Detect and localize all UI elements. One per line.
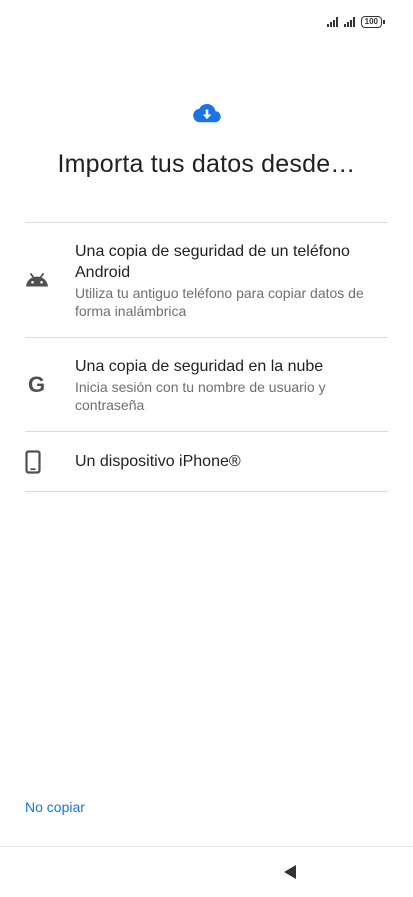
phone-icon (25, 449, 75, 474)
option-subtitle: Utiliza tu antiguo teléfono para copiar … (75, 284, 364, 319)
cloud-download-icon (192, 104, 221, 123)
option-cloud-backup[interactable]: G Una copia de seguridad en la nube Inic… (25, 338, 388, 432)
page-title: Importa tus datos desde… (57, 150, 356, 178)
skip-copy-link[interactable]: No copiar (25, 799, 85, 815)
battery-level: 100 (360, 16, 382, 28)
google-g-icon: G (28, 371, 46, 397)
import-options-list: Una copia de seguridad de un teléfono An… (25, 222, 388, 492)
option-subtitle: Inicia sesión con tu nombre de usuario y… (75, 378, 326, 413)
option-android-backup[interactable]: Una copia de seguridad de un teléfono An… (25, 223, 388, 338)
navigation-bar (0, 846, 413, 897)
android-icon (25, 273, 75, 287)
option-title: Una copia de seguridad en la nube (75, 357, 324, 375)
signal-icon (326, 17, 338, 27)
option-title: Un dispositivo iPhone® (75, 453, 241, 470)
signal-icon (343, 17, 355, 27)
battery-icon: 100 (360, 16, 385, 28)
option-iphone[interactable]: Un dispositivo iPhone® (25, 432, 388, 492)
option-title: Una copia de seguridad de un teléfono An… (75, 242, 350, 281)
back-triangle-icon[interactable] (283, 864, 297, 880)
status-bar: 100 (326, 14, 385, 30)
